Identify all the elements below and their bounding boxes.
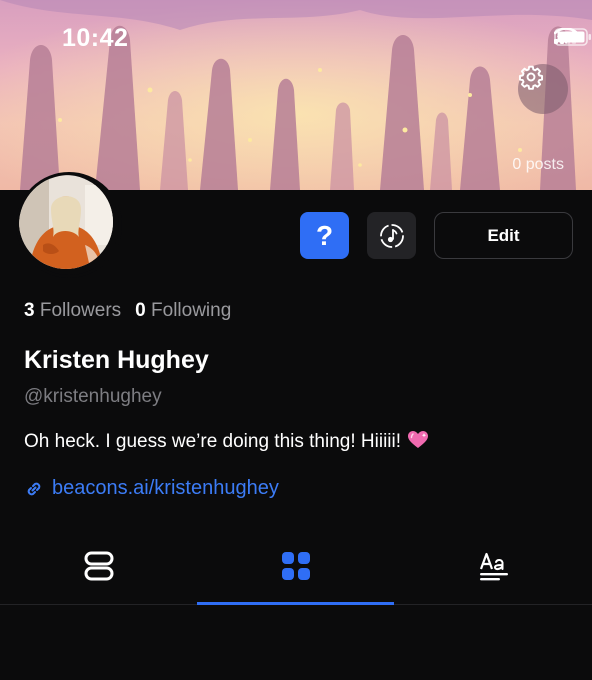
avatar[interactable]: [16, 172, 122, 278]
battery-icon: [554, 28, 591, 46]
text-tab[interactable]: [395, 528, 592, 604]
following-link[interactable]: 0 Following: [135, 300, 231, 322]
grid-tab[interactable]: [197, 528, 394, 605]
profile-name: Kristen Hughey: [24, 346, 209, 374]
settings-button[interactable]: [518, 64, 568, 114]
music-note-icon: [379, 223, 404, 248]
avatar-photo: [19, 175, 113, 269]
link-icon: [27, 482, 41, 495]
following-count: 0: [135, 300, 146, 321]
profile-handle: @kristenhughey: [24, 386, 162, 407]
gear-icon: [518, 65, 544, 90]
edit-profile-button[interactable]: Edit: [434, 212, 573, 259]
cover-banner: 10:42 0 posts: [0, 0, 592, 190]
link-text: beacons.ai/kristenhughey: [52, 477, 279, 499]
follow-stats: 3 Followers 0 Following: [24, 300, 231, 322]
followers-count: 3: [24, 300, 35, 321]
music-button[interactable]: [367, 212, 416, 259]
sparkling-heart-icon: [408, 431, 429, 448]
following-label: Following: [151, 300, 232, 321]
status-time: 10:42: [62, 24, 129, 52]
profile-link[interactable]: beacons.ai/kristenhughey: [24, 477, 279, 500]
stacked-rows-icon: [84, 551, 113, 581]
text-aa-icon: [479, 552, 508, 581]
profile-bio: Oh heck. I guess we’re doing this thing!…: [24, 430, 429, 453]
content-tabs: [0, 528, 592, 605]
followers-link[interactable]: 3 Followers: [24, 300, 121, 322]
grid-icon: [281, 552, 310, 580]
posts-count: 0 posts: [512, 156, 564, 173]
links-tab[interactable]: [0, 528, 197, 604]
help-button[interactable]: ?: [300, 212, 349, 259]
followers-label: Followers: [39, 300, 122, 321]
bio-text: Oh heck. I guess we’re doing this thing!…: [24, 431, 402, 452]
